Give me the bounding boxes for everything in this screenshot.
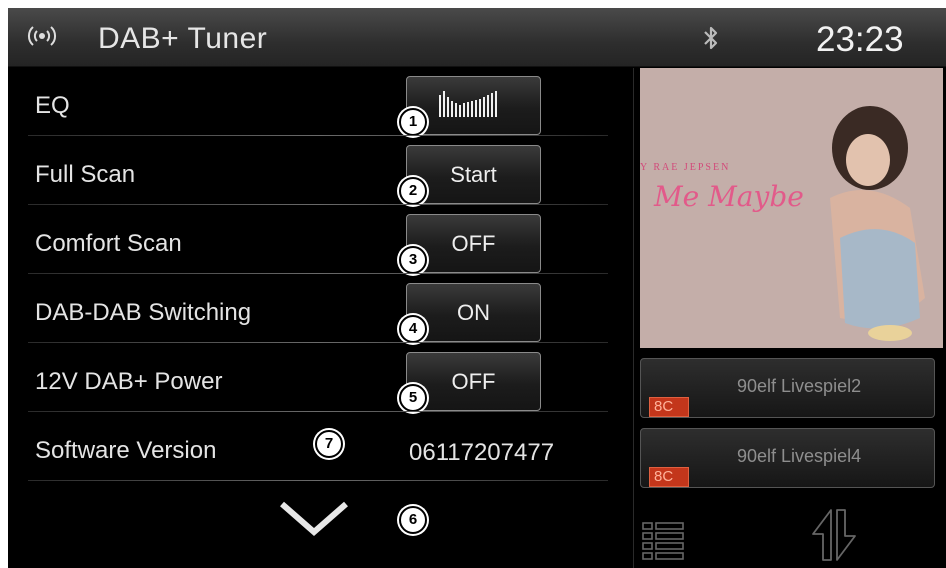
row-divider (28, 204, 608, 205)
setting-label-full-scan: Full Scan (35, 161, 136, 188)
setting-label-eq: EQ (35, 92, 70, 119)
bluetooth-icon (704, 26, 718, 50)
station-preset[interactable]: 90elf Livespiel4 8C (640, 428, 935, 488)
callout-badge: 3 (399, 246, 427, 274)
station-name: 90elf Livespiel4 (737, 446, 862, 466)
now-playing-panel: Y RAE JEPSEN Me Maybe 90elf Livespiel2 8… (633, 68, 946, 568)
station-name: 90elf Livespiel2 (737, 376, 862, 396)
row-divider (28, 480, 608, 481)
setting-row-eq: EQ 1 (8, 68, 608, 136)
header-bar: DAB+ Tuner 23:23 (8, 8, 946, 67)
station-channel-badge: 8C (649, 397, 689, 417)
callout-badge: 7 (315, 430, 343, 458)
setting-row-dab-power: 12V DAB+ Power OFF 5 (8, 344, 608, 412)
row-divider (28, 273, 608, 274)
setting-label-comfort-scan: Comfort Scan (35, 230, 182, 257)
setting-row-software-version: Software Version 7 06117207477 (8, 413, 608, 481)
callout-badge: 5 (399, 384, 427, 412)
station-preset[interactable]: 90elf Livespiel2 8C (640, 358, 935, 418)
equalizer-icon (438, 91, 497, 117)
album-artist: Y RAE JEPSEN (640, 162, 731, 173)
software-version-value: 06117207477 (409, 439, 555, 466)
row-divider (28, 411, 608, 412)
settings-list: EQ 1 Full Scan Start 2 Comfort Scan OFF … (8, 68, 633, 568)
setting-label-software-version: Software Version (35, 437, 217, 464)
setting-row-dab-switching: DAB-DAB Switching ON 4 (8, 275, 608, 343)
clock: 23:23 (816, 20, 904, 59)
swap-arrows-icon[interactable] (811, 508, 857, 562)
station-channel-badge: 8C (649, 467, 689, 487)
setting-row-full-scan: Full Scan Start 2 (8, 137, 608, 205)
album-title: Me Maybe (654, 180, 804, 213)
callout-badge: 4 (399, 315, 427, 343)
row-divider (28, 135, 608, 136)
row-divider (28, 342, 608, 343)
album-cover: Y RAE JEPSEN Me Maybe (640, 68, 943, 348)
callout-badge: 1 (399, 108, 427, 136)
callout-badge: 6 (399, 506, 427, 534)
page-title: DAB+ Tuner (98, 22, 268, 55)
setting-label-dab-switching: DAB-DAB Switching (35, 299, 252, 326)
chevron-down-icon[interactable] (278, 498, 350, 538)
setting-label-dab-power: 12V DAB+ Power (35, 368, 223, 395)
list-icon[interactable] (642, 521, 684, 561)
callout-badge: 2 (399, 177, 427, 205)
radio-signal-icon (27, 26, 57, 46)
setting-row-comfort-scan: Comfort Scan OFF 3 (8, 206, 608, 274)
dab-tuner-screen: DAB+ Tuner 23:23 EQ 1 Full Scan Start 2 … (8, 8, 946, 568)
